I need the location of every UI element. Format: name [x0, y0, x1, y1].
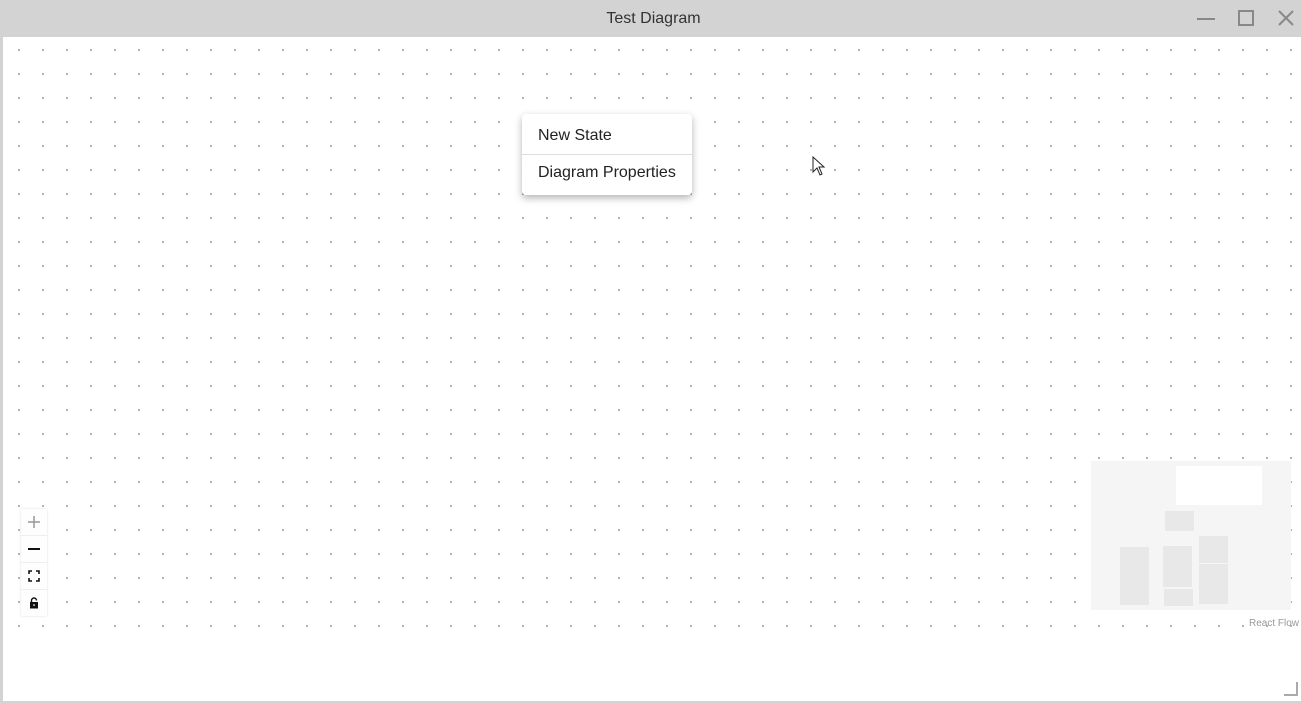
minimap[interactable]	[1091, 461, 1291, 610]
window-title: Test Diagram	[606, 10, 701, 27]
plus-icon	[28, 516, 40, 528]
fit-view-icon	[28, 570, 40, 582]
minimize-button[interactable]	[1195, 8, 1217, 30]
minimap-node	[1199, 536, 1228, 563]
maximize-button[interactable]	[1235, 8, 1257, 30]
resize-handle[interactable]	[1284, 682, 1298, 696]
minus-icon	[28, 548, 40, 550]
fit-view-button[interactable]	[21, 563, 47, 590]
context-menu: New State Diagram Properties	[522, 114, 692, 195]
zoom-controls	[21, 509, 47, 616]
minimap-node	[1120, 547, 1149, 605]
react-flow-attribution[interactable]: React Flow	[1249, 618, 1299, 629]
lock-icon	[30, 597, 38, 609]
minimap-node	[1164, 589, 1193, 606]
title-bar: Test Diagram	[3, 0, 1301, 37]
minimap-node	[1165, 511, 1194, 531]
close-button[interactable]	[1275, 8, 1297, 30]
menu-item-new-state[interactable]: New State	[522, 118, 692, 154]
minimap-node	[1163, 546, 1192, 587]
lock-button[interactable]	[21, 590, 47, 616]
minimap-viewport	[1176, 466, 1262, 505]
menu-item-diagram-properties[interactable]: Diagram Properties	[522, 154, 692, 191]
app-window: Test Diagram New State Diagram Propertie…	[0, 0, 1301, 703]
mouse-cursor-icon	[812, 156, 826, 176]
zoom-out-button[interactable]	[21, 536, 47, 563]
minimap-node	[1199, 564, 1228, 604]
zoom-in-button[interactable]	[21, 509, 47, 536]
